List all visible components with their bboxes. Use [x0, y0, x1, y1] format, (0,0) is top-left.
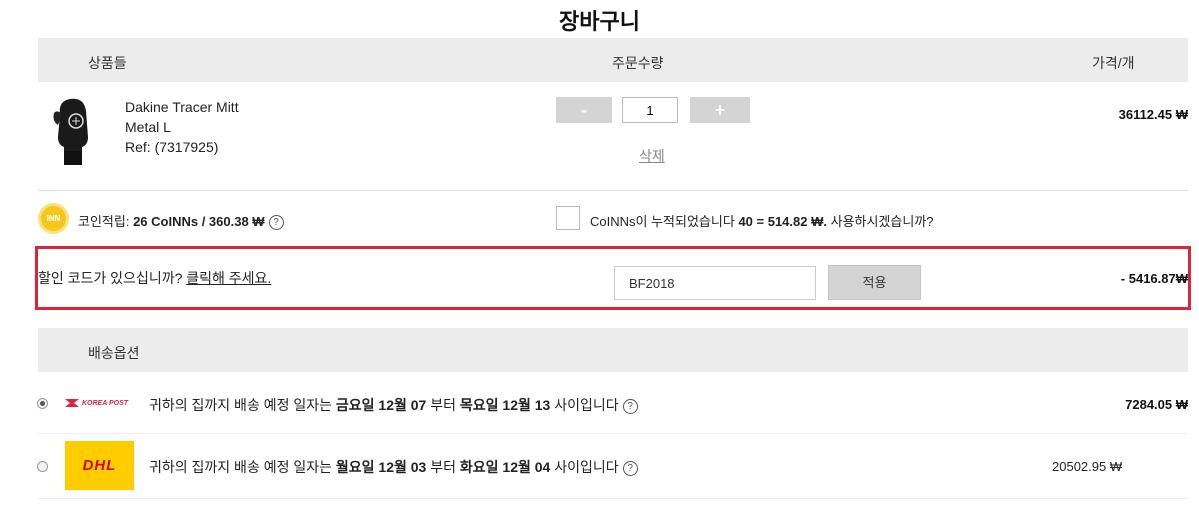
- header-price-per-unit: 가격/개: [1092, 55, 1135, 71]
- quantity-input[interactable]: [622, 97, 678, 123]
- header-products: 상품들: [88, 55, 127, 71]
- delete-item-link[interactable]: 삭제: [639, 146, 665, 166]
- coin-use-question: 사용하시겠습니까?: [830, 214, 934, 229]
- divider: [38, 498, 1188, 499]
- korea-post-emblem-icon: [65, 399, 79, 407]
- help-icon[interactable]: ?: [268, 215, 284, 231]
- apply-coupon-button[interactable]: 적용: [828, 265, 921, 300]
- shipping-radio-korea-post[interactable]: [37, 398, 48, 409]
- product-ref: Ref: (7317925): [125, 139, 219, 155]
- product-name[interactable]: Dakine Tracer Mitt: [125, 99, 239, 115]
- coupon-prompt: 할인 코드가 있으십니까? 클릭해 주세요.: [38, 268, 271, 288]
- shipping-option-korea-post-text: 귀하의 집까지 배송 예정 일자는 금요일 12월 07 부터 목요일 12월 …: [149, 395, 638, 415]
- shipping-options-header: [38, 328, 1188, 372]
- coupon-link[interactable]: 클릭해 주세요.: [186, 270, 271, 286]
- coin-earn-label: 코인적립:: [78, 214, 130, 229]
- shipping-options-title: 배송옵션: [88, 345, 140, 361]
- product-price: 36112.45 ₩: [1118, 107, 1188, 122]
- coupon-discount: - 5416.87₩: [1120, 271, 1188, 286]
- quantity-decrease-button[interactable]: -: [556, 97, 612, 123]
- product-thumbnail[interactable]: [52, 95, 94, 167]
- dhl-logo: DHL: [65, 441, 134, 490]
- header-quantity: 주문수량: [612, 55, 664, 71]
- coin-earn-value: 26 CoINNs / 360.38 ₩: [133, 214, 265, 229]
- use-coins-checkbox[interactable]: [556, 206, 580, 230]
- shipping-price-korea-post: 7284.05 ₩: [1125, 397, 1188, 412]
- help-icon[interactable]: ?: [622, 460, 638, 476]
- divider: [38, 190, 1188, 191]
- coupon-code-input[interactable]: [614, 266, 816, 300]
- product-variant: Metal L: [125, 119, 171, 135]
- coin-accum-value: 40 = 514.82 ₩.: [738, 214, 827, 229]
- coin-badge-icon: INN: [38, 203, 69, 234]
- quantity-increase-button[interactable]: +: [690, 97, 750, 123]
- dhl-logo-text: DHL: [82, 457, 117, 474]
- korea-post-logo: KOREA POST: [64, 396, 128, 410]
- shipping-radio-dhl[interactable]: [37, 461, 48, 472]
- page-title: 장바구니: [559, 9, 640, 34]
- shipping-price-dhl: 20502.95 ₩: [1052, 459, 1123, 474]
- coin-accum-text: CoINNs이 누적되었습니다 40 = 514.82 ₩. 사용하시겠습니까?: [590, 211, 934, 230]
- divider: [38, 433, 1188, 434]
- coin-earn-text: 코인적립: 26 CoINNs / 360.38 ₩?: [78, 211, 284, 231]
- korea-post-logo-text: KOREA POST: [82, 399, 129, 407]
- help-icon[interactable]: ?: [622, 398, 638, 414]
- shipping-option-dhl-text: 귀하의 집까지 배송 예정 일자는 월요일 12월 03 부터 화요일 12월 …: [149, 457, 638, 477]
- coupon-question: 할인 코드가 있으십니까?: [38, 270, 183, 286]
- coin-accum-label: CoINNs이 누적되었습니다: [590, 214, 735, 229]
